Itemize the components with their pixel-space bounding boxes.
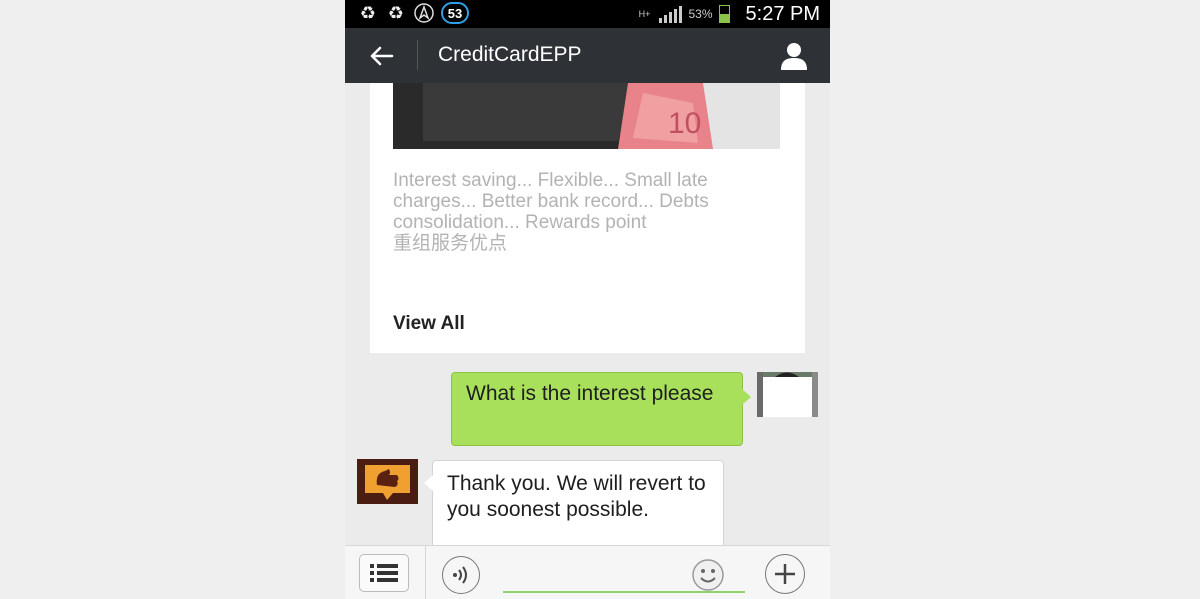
svg-text:10: 10 xyxy=(668,107,701,140)
card-description-cn: 重组服务优点 xyxy=(393,233,508,254)
arrow-left-icon xyxy=(370,46,394,66)
signal-icon xyxy=(659,5,683,23)
emoji-button[interactable] xyxy=(691,558,725,592)
incoming-message[interactable]: Thank you. We will revert to you soonest… xyxy=(424,460,724,545)
article-card[interactable]: 10 Interest saving... Flexible... Small … xyxy=(370,83,805,353)
outgoing-message[interactable]: What is the interest please xyxy=(451,372,751,446)
plus-icon xyxy=(775,564,795,584)
voice-button[interactable] xyxy=(442,556,480,594)
plus-button[interactable] xyxy=(765,554,805,594)
view-all-link[interactable]: View All xyxy=(393,313,465,335)
voice-icon xyxy=(453,566,467,584)
app-bar: CreditCardEPP xyxy=(345,28,830,83)
status-left-icons: ♻ ♻ 53 xyxy=(357,2,469,24)
back-button[interactable] xyxy=(363,38,399,74)
phone-screen: ♻ ♻ 53 H+ 53% 5:27 PM CreditCardEPP 10 I… xyxy=(345,0,830,599)
card-description-text: Interest saving... Flexible... Small lat… xyxy=(393,170,709,233)
battery-percent: 53% xyxy=(688,7,713,21)
profile-button[interactable] xyxy=(778,40,810,72)
recycle-icon: ♻ xyxy=(387,2,405,24)
card-description: Interest saving... Flexible... Small lat… xyxy=(393,170,788,254)
list-icon xyxy=(370,564,398,582)
smiley-icon xyxy=(692,559,724,591)
card-image: 10 xyxy=(393,83,780,149)
person-icon xyxy=(781,43,807,70)
menu-button[interactable] xyxy=(359,554,409,592)
clock: 5:27 PM xyxy=(745,2,820,25)
input-divider xyxy=(425,546,426,599)
battery-icon xyxy=(718,5,730,23)
avatar[interactable] xyxy=(757,372,818,417)
network-type: H+ xyxy=(638,8,651,19)
status-right-icons: H+ 53% 5:27 PM xyxy=(635,0,820,28)
nav-arrow-icon xyxy=(413,2,435,24)
avatar[interactable] xyxy=(357,459,418,504)
input-bar xyxy=(345,545,830,599)
notification-badge: 53 xyxy=(441,2,469,24)
status-bar: ♻ ♻ 53 H+ 53% 5:27 PM xyxy=(345,0,830,28)
recycle-icon: ♻ xyxy=(359,2,377,24)
appbar-divider xyxy=(417,40,418,70)
chat-area[interactable]: 10 Interest saving... Flexible... Small … xyxy=(345,83,830,545)
chat-title: CreditCardEPP xyxy=(438,43,582,66)
